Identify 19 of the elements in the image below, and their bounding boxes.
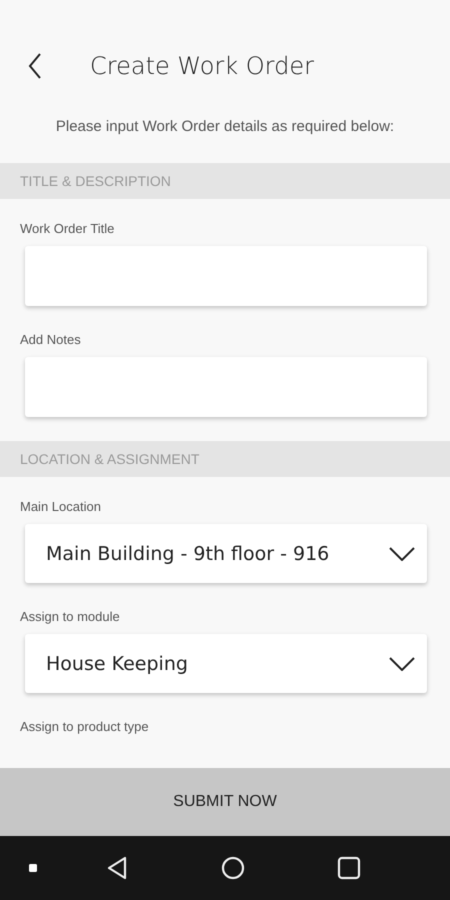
section-header: LOCATION & ASSIGNMENT bbox=[0, 441, 450, 477]
field-label: Assign to product type bbox=[20, 719, 150, 734]
dropdown[interactable]: House Keeping bbox=[25, 634, 427, 693]
section-header: TITLE & DESCRIPTION bbox=[0, 163, 450, 199]
chevron-down-icon bbox=[389, 656, 415, 670]
recents-square-icon[interactable] bbox=[337, 856, 361, 880]
input-field[interactable] bbox=[25, 357, 427, 417]
page-title: Create Work Order bbox=[90, 52, 314, 80]
chevron-down-icon bbox=[389, 546, 415, 560]
home-circle-icon[interactable] bbox=[221, 856, 245, 880]
field-label: Main Location bbox=[20, 499, 102, 514]
field-label: Add Notes bbox=[20, 332, 82, 347]
field-label: Assign to module bbox=[20, 609, 121, 624]
field-label: Work Order Title bbox=[20, 221, 116, 236]
instructions-text: Please input Work Order details as required below: bbox=[54, 118, 396, 137]
submit-button[interactable]: SUBMIT NOW bbox=[0, 768, 450, 836]
input-field[interactable] bbox=[25, 246, 427, 306]
dropdown[interactable]: Main Building - 9th floor - 916 bbox=[25, 524, 427, 583]
back-triangle-icon[interactable] bbox=[106, 856, 128, 880]
